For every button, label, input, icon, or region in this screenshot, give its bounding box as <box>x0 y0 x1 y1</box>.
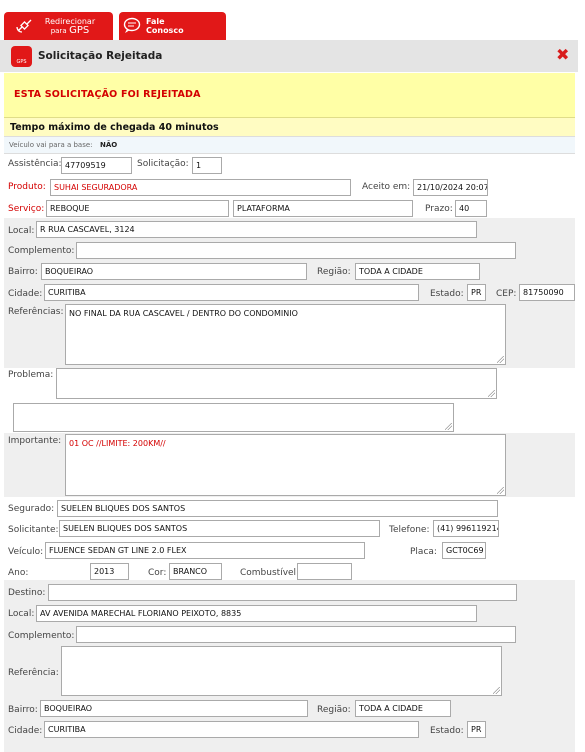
prazo-field[interactable]: 40 <box>455 200 487 217</box>
regiao-field[interactable]: TODA A CIDADE <box>355 263 480 280</box>
referencias-label: Referências: <box>8 307 64 317</box>
prazo-label: Prazo: <box>425 204 453 214</box>
rejected-banner: ESTA SOLICITAÇÃO FOI REJEITADA <box>4 73 575 118</box>
destino-cidade-field[interactable]: CURITIBA <box>44 721 419 738</box>
tempo-message: Tempo máximo de chegada 40 minutos <box>10 122 219 133</box>
chat-bubble-icon <box>123 17 141 33</box>
destino-estado-label: Estado: <box>430 726 464 736</box>
window-title: Solicitação Rejeitada <box>38 50 163 62</box>
telefone-field[interactable]: (41) 996119214 <box>433 520 499 537</box>
destino-label: Destino: <box>8 588 46 598</box>
regiao-label: Região: <box>317 267 351 277</box>
gps-tab-line3: GPS <box>69 25 90 36</box>
window-titlebar: GPS Solicitação Rejeitada ✖ <box>0 40 578 72</box>
placa-field[interactable]: GCT0C69 <box>442 542 486 559</box>
solicitacao-field[interactable]: 1 <box>192 157 222 174</box>
estado-field[interactable]: PR <box>467 284 486 301</box>
ano-field[interactable]: 2013 <box>90 563 129 580</box>
cidade-field[interactable]: CURITIBA <box>44 284 419 301</box>
destino-estado-field[interactable]: PR <box>467 721 486 738</box>
tempo-banner: Tempo máximo de chegada 40 minutos <box>4 118 575 137</box>
aceito-em-field[interactable]: 21/10/2024 20:07 <box>413 179 488 196</box>
importante-label: Importante: <box>8 436 62 446</box>
servico-label: Serviço: <box>8 204 45 214</box>
local-label: Local: <box>8 226 35 236</box>
referencias-textarea[interactable]: NO FINAL DA RUA CASCAVEL / DENTRO DO CON… <box>65 304 506 365</box>
contact-tab[interactable]: Fale Conosco <box>119 12 226 40</box>
destino-cidade-label: Cidade: <box>8 726 43 736</box>
cep-label: CEP: <box>496 289 517 299</box>
destino-local-field[interactable]: AV AVENIDA MARECHAL FLORIANO PEIXOTO, 88… <box>36 605 477 622</box>
combustivel-field[interactable] <box>297 563 352 580</box>
close-icon[interactable]: ✖ <box>556 45 569 64</box>
produto-field[interactable]: SUHAI SEGURADORA <box>50 179 351 196</box>
cor-label: Cor: <box>148 568 167 578</box>
solicitante-field[interactable]: SUELEN BLIQUES DOS SANTOS <box>59 520 380 537</box>
destino-complemento-field[interactable] <box>76 626 516 643</box>
estado-label: Estado: <box>430 289 464 299</box>
servico-field[interactable]: REBOQUE <box>46 200 229 217</box>
cor-field[interactable]: BRANCO <box>169 563 222 580</box>
local-field[interactable]: R RUA CASCAVEL, 3124 <box>36 221 477 238</box>
veiculo-base-bar: Veículo vai para a base: NÃO <box>4 137 575 154</box>
assistencia-label: Assistência: <box>8 159 62 169</box>
chat-tab-line1: Fale <box>146 17 165 26</box>
aceito-em-label: Aceito em: <box>362 182 411 192</box>
veiculo-base-label: Veículo vai para a base: <box>9 141 93 149</box>
produto-label: Produto: <box>8 182 46 192</box>
solicitacao-label: Solicitação: <box>137 159 189 169</box>
importante-textarea[interactable]: 01 OC //LIMITE: 200KM// <box>65 434 506 496</box>
destino-local-label: Local: <box>8 609 35 619</box>
veiculo-label: Veículo: <box>8 547 44 557</box>
solicitante-label: Solicitante: <box>8 525 59 535</box>
problema-label: Problema: <box>8 370 54 380</box>
placa-label: Placa: <box>410 547 437 557</box>
segurado-label: Segurado: <box>8 504 55 514</box>
destino-complemento-label: Complemento: <box>8 631 75 641</box>
assistencia-field[interactable]: 47709519 <box>61 157 132 174</box>
complemento-field[interactable] <box>76 242 516 259</box>
bairro-label: Bairro: <box>8 267 38 277</box>
referencias-text: NO FINAL DA RUA CASCAVEL / DENTRO DO CON… <box>69 309 298 318</box>
chat-tab-line2: Conosco <box>146 26 184 35</box>
rejected-message: ESTA SOLICITAÇÃO FOI REJEITADA <box>14 89 201 100</box>
destino-field[interactable] <box>48 584 517 601</box>
cidade-label: Cidade: <box>8 289 43 299</box>
telefone-label: Telefone: <box>389 525 430 535</box>
destino-bairro-label: Bairro: <box>8 705 38 715</box>
segurado-field[interactable]: SUELEN BLIQUES DOS SANTOS <box>57 500 498 517</box>
veiculo-field[interactable]: FLUENCE SEDAN GT LINE 2.0 FLEX <box>45 542 365 559</box>
destino-bairro-field[interactable]: BOQUEIRAO <box>40 700 308 717</box>
bairro-field[interactable]: BOQUEIRAO <box>41 263 307 280</box>
satellite-icon <box>16 19 32 33</box>
servico-type-field[interactable]: PLATAFORMA <box>233 200 413 217</box>
veiculo-base-value: NÃO <box>100 141 118 149</box>
referencia-textarea[interactable] <box>61 646 502 696</box>
importante-text: 01 OC //LIMITE: 200KM// <box>69 439 166 448</box>
cep-field[interactable]: 81750090 <box>519 284 575 301</box>
gps-redirect-tab[interactable]: Redirecionar para GPS <box>4 12 113 40</box>
problema-textarea[interactable] <box>56 368 497 399</box>
ano-label: Ano: <box>8 568 29 578</box>
problema-extra-textarea[interactable] <box>13 403 454 432</box>
complemento-label: Complemento: <box>8 246 75 256</box>
gps-tab-line2: para <box>50 27 67 35</box>
referencia-label: Referência: <box>8 668 59 678</box>
destino-regiao-label: Região: <box>317 705 351 715</box>
destino-regiao-field[interactable]: TODA A CIDADE <box>355 700 451 717</box>
gps-logo-icon: GPS <box>11 46 32 67</box>
combustivel-label: Combustível: <box>240 568 300 578</box>
